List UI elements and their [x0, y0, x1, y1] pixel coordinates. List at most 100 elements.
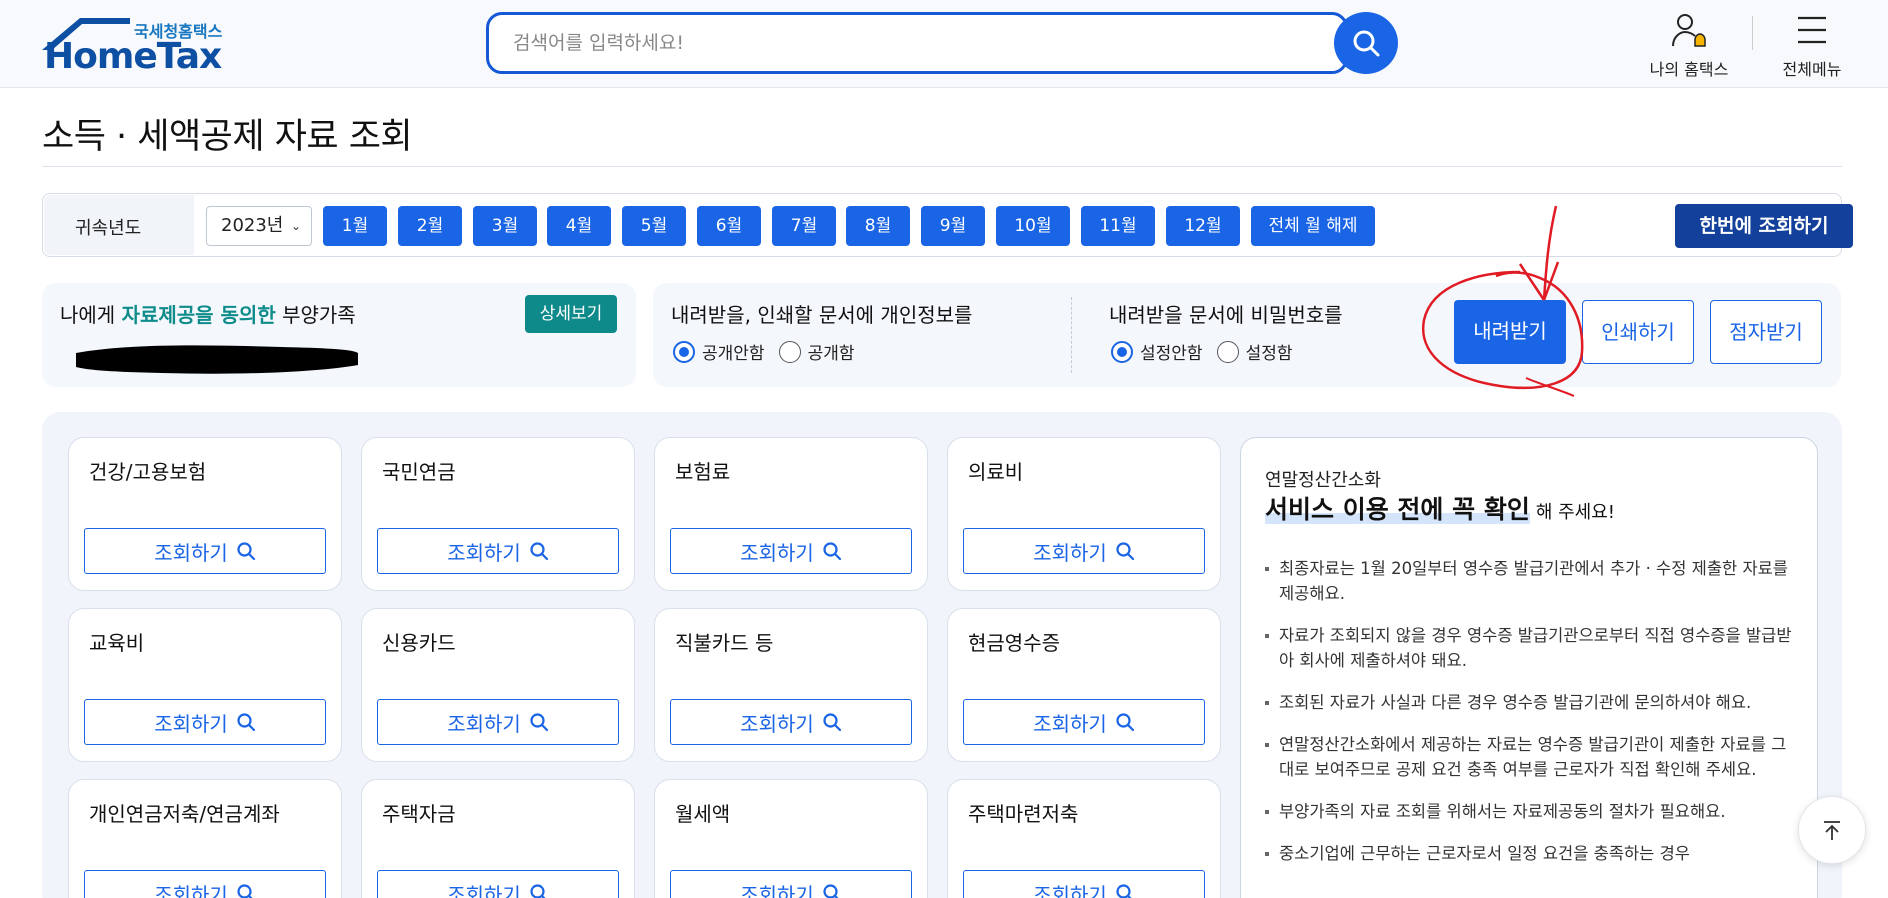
clear-all-months-button[interactable]: 전체 월 해제	[1251, 206, 1375, 246]
lookup-card: 월세액 조회하기	[654, 779, 928, 898]
lookup-button[interactable]: 조회하기	[377, 528, 619, 574]
search-icon	[237, 542, 255, 561]
notice-subtitle: 연말정산간소화	[1265, 470, 1381, 491]
privacy-hide-radio[interactable]	[673, 340, 695, 363]
card-title: 의료비	[968, 460, 1024, 484]
month-button[interactable]: 6월	[697, 206, 761, 246]
all-menu-label: 전체메뉴	[1782, 60, 1842, 79]
lookup-button-label: 조회하기	[1033, 882, 1107, 898]
privacy-option-title: 내려받을, 인쇄할 문서에 개인정보를	[671, 303, 973, 327]
lookup-card: 직불카드 등 조회하기	[654, 608, 928, 762]
month-button[interactable]: 9월	[921, 206, 985, 246]
notice-heading-highlight: 서비스 이용 전에 꼭 확인	[1265, 495, 1530, 524]
notice-list: 최종자료는 1월 20일부터 영수증 발급기관에서 추가 · 수정 제출한 자료…	[1265, 556, 1795, 883]
privacy-show-radio[interactable]	[778, 340, 801, 363]
card-title: 건강/고용보험	[89, 460, 207, 484]
search-icon	[237, 884, 253, 898]
hamburger-menu-icon	[1798, 16, 1826, 44]
lookup-button-label: 조회하기	[447, 882, 521, 898]
card-title: 월세액	[675, 802, 731, 826]
search-icon	[237, 713, 255, 732]
month-button[interactable]: 10월	[996, 206, 1070, 246]
braille-button[interactable]: 점자받기	[1710, 300, 1822, 364]
search-icon	[1116, 713, 1134, 732]
all-menu-button[interactable]: 전체메뉴	[1757, 10, 1867, 80]
detail-view-button[interactable]: 상세보기	[525, 295, 617, 333]
lookup-button[interactable]: 조회하기	[84, 699, 326, 745]
card-title: 주택자금	[382, 802, 456, 826]
lookup-button-label: 조회하기	[154, 540, 228, 565]
top-header: 국세청홈택스 HomeTax 나의 홈택스 전체메뉴	[0, 0, 1888, 88]
password-radio-group: 설정안함 설정함	[1111, 339, 1306, 364]
my-hometax-button[interactable]: 나의 홈택스	[1634, 10, 1744, 80]
lookup-button[interactable]: 조회하기	[963, 870, 1205, 898]
month-filter-bar: 귀속년도 2023년 ⌄ 1월 2월 3월 4월 5월 6월 7월 8월 9월 …	[42, 193, 1853, 257]
month-button[interactable]: 11월	[1081, 206, 1155, 246]
redacted-names-scribble	[76, 345, 358, 374]
notice-heading-tail: 해 주세요!	[1535, 502, 1616, 523]
month-button[interactable]: 3월	[473, 206, 537, 246]
lookup-button-label: 조회하기	[740, 711, 814, 736]
lookup-button[interactable]: 조회하기	[670, 870, 912, 898]
service-notice-panel: 연말정산간소화 서비스 이용 전에 꼭 확인 해 주세요! 최종자료는 1월 20…	[1240, 437, 1818, 898]
lookup-button[interactable]: 조회하기	[963, 528, 1205, 574]
month-button[interactable]: 8월	[846, 206, 910, 246]
notice-item: 부양가족의 자료 조회를 위해서는 자료제공동의 절차가 필요해요.	[1265, 799, 1795, 824]
lookup-button[interactable]: 조회하기	[84, 870, 326, 898]
notice-item: 자료가 조회되지 않을 경우 영수증 발급기관으로부터 직접 영수증을 발급받아…	[1265, 623, 1795, 673]
consent-suffix: 부양가족	[275, 303, 356, 327]
card-title: 국민연금	[382, 460, 456, 484]
lookup-card: 의료비 조회하기	[947, 437, 1221, 591]
lookup-button[interactable]: 조회하기	[963, 699, 1205, 745]
month-button[interactable]: 5월	[622, 206, 686, 246]
notice-item: 조회된 자료가 사실과 다른 경우 영수증 발급기관에 문의하셔야 해요.	[1265, 690, 1795, 715]
hometax-logo[interactable]: 국세청홈택스 HomeTax	[40, 14, 240, 77]
month-button[interactable]: 1월	[323, 206, 387, 246]
lookup-button-label: 조회하기	[447, 540, 521, 565]
lookup-button-label: 조회하기	[740, 882, 814, 898]
scroll-to-top-button[interactable]	[1798, 796, 1866, 864]
consent-highlight: 자료제공을 동의한	[121, 303, 276, 327]
notice-heading: 서비스 이용 전에 꼭 확인 해 주세요!	[1265, 490, 1615, 526]
month-button[interactable]: 12월	[1166, 206, 1240, 246]
lookup-button[interactable]: 조회하기	[377, 699, 619, 745]
lookup-card: 주택마련저축 조회하기	[947, 779, 1221, 898]
password-off-radio[interactable]	[1111, 340, 1133, 363]
month-button[interactable]: 4월	[547, 206, 611, 246]
print-button[interactable]: 인쇄하기	[1582, 300, 1694, 364]
search-button[interactable]	[1334, 12, 1398, 74]
lookup-button[interactable]: 조회하기	[84, 528, 326, 574]
search-icon	[530, 542, 548, 561]
password-option-title: 내려받을 문서에 비밀번호를	[1109, 303, 1343, 327]
consent-heading: 나에게 자료제공을 동의한 부양가족	[60, 299, 356, 328]
lookup-all-button[interactable]: 한번에 조회하기	[1675, 204, 1853, 248]
notice-item: 연말정산간소화에서 제공하는 자료는 영수증 발급기관이 제출한 자료를 그대로…	[1265, 732, 1795, 782]
search-icon	[823, 884, 839, 898]
lookup-button-label: 조회하기	[154, 711, 228, 736]
lookup-button[interactable]: 조회하기	[377, 870, 619, 898]
lookup-button[interactable]: 조회하기	[670, 699, 912, 745]
lookup-button-label: 조회하기	[740, 540, 814, 565]
lookup-button-label: 조회하기	[154, 882, 228, 898]
chevron-down-icon: ⌄	[290, 219, 301, 233]
lookup-button[interactable]: 조회하기	[670, 528, 912, 574]
options-divider	[1071, 297, 1072, 373]
card-title: 보험료	[675, 460, 731, 484]
lookup-button-label: 조회하기	[1033, 540, 1107, 565]
search-icon	[530, 713, 548, 732]
card-title: 개인연금저축/연금계좌	[89, 802, 280, 826]
lookup-card: 건강/고용보험 조회하기	[68, 437, 342, 591]
download-button[interactable]: 내려받기	[1454, 300, 1566, 364]
user-bell-icon	[1672, 14, 1706, 47]
dependents-consent-panel: 나에게 자료제공을 동의한 부양가족 상세보기	[42, 283, 636, 387]
month-button[interactable]: 2월	[398, 206, 462, 246]
card-title: 신용카드	[382, 631, 456, 655]
search-input[interactable]	[486, 12, 1348, 74]
header-divider	[1752, 16, 1753, 50]
lookup-card: 신용카드 조회하기	[361, 608, 635, 762]
month-button[interactable]: 7월	[772, 206, 836, 246]
password-on-radio[interactable]	[1216, 340, 1239, 363]
my-hometax-label: 나의 홈택스	[1649, 60, 1729, 79]
year-select[interactable]: 2023년 ⌄	[206, 206, 312, 246]
password-on-label: 설정함	[1245, 344, 1293, 364]
